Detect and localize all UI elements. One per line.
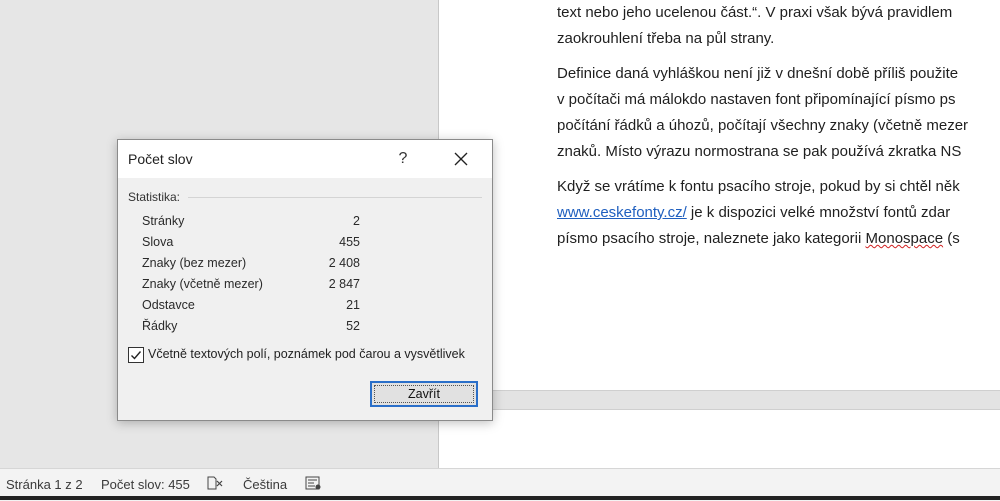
page-break-band	[439, 390, 1000, 410]
word-count-indicator[interactable]: Počet slov: 455	[101, 477, 190, 492]
stat-row: Znaky (včetně mezer) 2 847	[142, 277, 360, 297]
word-count-dialog: Počet slov ? Statistika: Stránky 2 Slova…	[117, 139, 493, 421]
stat-value: 2 847	[328, 277, 360, 291]
focus-rectangle	[374, 385, 474, 403]
doc-text-run: je k dispozici velké množství fontů zdar	[686, 204, 951, 221]
stat-label: Slova	[142, 235, 174, 249]
include-textboxes-checkbox[interactable]	[128, 347, 144, 363]
document-body[interactable]: text nebo jeho ucelenou část.“. V praxi …	[557, 0, 1000, 252]
doc-line: počítání řádků a úhozů, počítají všechny…	[557, 117, 969, 134]
section-divider	[188, 197, 482, 198]
doc-text-run: (s	[943, 230, 960, 247]
proofing-icon[interactable]	[206, 475, 224, 491]
spelling-error-word[interactable]: Monospace	[866, 230, 944, 247]
taskbar-edge	[0, 496, 1000, 500]
doc-line: v počítači má málokdo nastaven font přip…	[557, 91, 956, 108]
doc-line: Definice daná vyhláškou není již v dnešn…	[557, 65, 959, 82]
close-x-button[interactable]	[446, 144, 476, 174]
stat-value: 2	[353, 214, 360, 228]
language-indicator[interactable]: Čeština	[243, 477, 287, 492]
section-label: Statistika:	[128, 190, 181, 204]
stat-value: 21	[346, 298, 360, 312]
stat-row: Znaky (bez mezer) 2 408	[142, 256, 360, 276]
stat-value: 455	[339, 235, 360, 249]
doc-line: Když se vrátíme k fontu psacího stroje, …	[557, 178, 960, 195]
stat-label: Znaky (včetně mezer)	[142, 277, 263, 291]
help-button[interactable]: ?	[388, 140, 418, 178]
close-button[interactable]: Zavřít	[370, 381, 478, 407]
stat-label: Odstavce	[142, 298, 195, 312]
dialog-titlebar[interactable]: Počet slov ?	[118, 140, 492, 178]
doc-line: text nebo jeho ucelenou část.“. V praxi …	[557, 4, 953, 21]
checkbox-label: Včetně textových polí, poznámek pod čaro…	[148, 347, 465, 361]
doc-line: znaků. Místo výrazu normostrana se pak p…	[557, 143, 962, 160]
doc-text-run: písmo psacího stroje, naleznete jako kat…	[557, 230, 866, 247]
doc-line: www.ceskefonty.cz/ je k dispozici velké …	[557, 200, 1000, 226]
checkmark-icon	[131, 351, 142, 360]
stat-value: 52	[346, 319, 360, 333]
doc-line: písmo psacího stroje, naleznete jako kat…	[557, 226, 1000, 252]
document-page[interactable]: text nebo jeho ucelenou část.“. V praxi …	[438, 0, 1000, 468]
stat-value: 2 408	[328, 256, 360, 270]
dialog-title: Počet slov	[128, 151, 193, 167]
stat-row: Stránky 2	[142, 214, 360, 234]
doc-line: zaokrouhlení třeba na půl strany.	[557, 30, 775, 47]
stat-label: Stránky	[142, 214, 185, 228]
stat-label: Řádky	[142, 319, 178, 333]
hyperlink[interactable]: www.ceskefonty.cz/	[557, 204, 687, 221]
close-icon	[454, 152, 468, 166]
page-indicator[interactable]: Stránka 1 z 2	[6, 477, 83, 492]
stat-label: Znaky (bez mezer)	[142, 256, 247, 270]
stat-row: Odstavce 21	[142, 298, 360, 318]
stat-row: Slova 455	[142, 235, 360, 255]
stat-row: Řádky 52	[142, 319, 360, 339]
accessibility-icon[interactable]	[304, 475, 322, 491]
